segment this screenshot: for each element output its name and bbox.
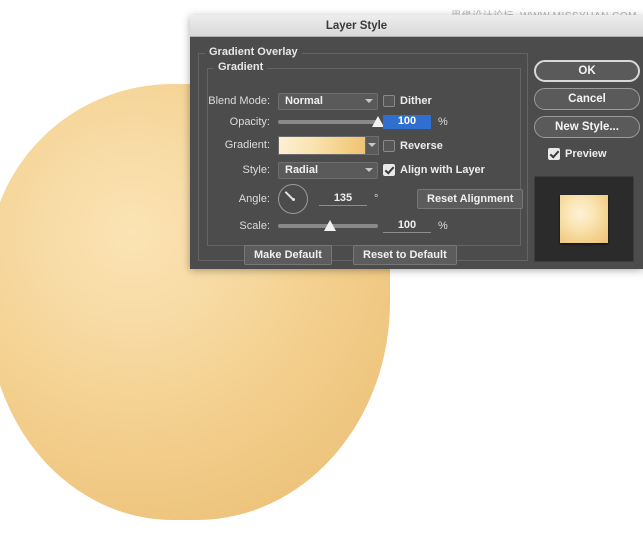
chevron-down-icon [365, 168, 373, 172]
layer-style-dialog: Layer Style Gradient Overlay Gradient Bl… [190, 15, 643, 268]
preview-checkbox-box[interactable] [548, 148, 560, 160]
reset-to-default-row: Reset to Default [353, 246, 457, 264]
blend-mode-value: Normal [285, 95, 323, 107]
scale-row: Scale: [202, 217, 382, 235]
angle-unit: ° [374, 193, 378, 205]
scale-slider[interactable] [278, 219, 378, 233]
gradient-overlay-group-label: Gradient Overlay [205, 46, 302, 58]
align-with-layer-label: Align with Layer [400, 164, 485, 176]
scale-value-row: 100 % [383, 217, 448, 235]
chevron-down-icon [365, 99, 373, 103]
style-value: Radial [285, 164, 318, 176]
angle-dial-hub [292, 198, 295, 201]
blend-mode-row: Blend Mode: Normal [202, 92, 382, 110]
opacity-unit: % [438, 116, 448, 128]
angle-input[interactable]: 135 [319, 192, 367, 206]
align-with-layer-checkbox[interactable]: Align with Layer [383, 161, 485, 179]
dither-checkbox[interactable]: Dither [383, 92, 432, 110]
scale-label: Scale: [202, 220, 270, 232]
style-preview-pane [534, 176, 634, 262]
gradient-row: Gradient: [202, 136, 392, 154]
scale-input[interactable]: 100 [383, 219, 431, 233]
scale-unit: % [438, 220, 448, 232]
opacity-slider-track [278, 120, 378, 124]
new-style-button[interactable]: New Style... [534, 116, 640, 138]
reset-alignment-row: Reset Alignment [417, 190, 523, 208]
opacity-row: Opacity: [202, 113, 382, 131]
gradient-label: Gradient: [202, 139, 270, 151]
make-default-row: Make Default [244, 246, 332, 264]
style-row: Style: Radial [202, 161, 382, 179]
cancel-button[interactable]: Cancel [534, 88, 640, 110]
gradient-group-label: Gradient [214, 61, 267, 73]
align-with-layer-checkbox-box[interactable] [383, 164, 395, 176]
angle-label: Angle: [202, 193, 270, 205]
opacity-value-row: 100 % [383, 113, 448, 131]
blend-mode-label: Blend Mode: [202, 95, 270, 107]
scale-slider-thumb[interactable] [324, 220, 336, 231]
reverse-label: Reverse [400, 140, 443, 152]
preview-checkbox[interactable]: Preview [548, 145, 607, 163]
style-preview-swatch [560, 195, 608, 243]
reverse-checkbox-box[interactable] [383, 140, 395, 152]
angle-dial[interactable] [278, 184, 308, 214]
dither-checkbox-box[interactable] [383, 95, 395, 107]
blend-mode-select[interactable]: Normal [278, 93, 378, 110]
style-label: Style: [202, 164, 270, 176]
opacity-input[interactable]: 100 [383, 115, 431, 129]
dialog-title: Layer Style [326, 20, 387, 32]
dialog-body: Gradient Overlay Gradient Blend Mode: No… [190, 37, 643, 269]
preview-label: Preview [565, 148, 607, 160]
gradient-preset-chevron-icon[interactable] [366, 136, 379, 155]
opacity-label: Opacity: [202, 116, 270, 128]
style-select[interactable]: Radial [278, 162, 378, 179]
opacity-slider[interactable] [278, 115, 378, 129]
dither-label: Dither [400, 95, 432, 107]
ok-button[interactable]: OK [534, 60, 640, 82]
angle-row: Angle: 135 ° [202, 184, 412, 214]
reset-alignment-button[interactable]: Reset Alignment [417, 189, 523, 209]
dialog-titlebar[interactable]: Layer Style [190, 15, 643, 37]
make-default-button[interactable]: Make Default [244, 245, 332, 265]
reverse-checkbox[interactable]: Reverse [383, 137, 443, 155]
gradient-swatch[interactable] [278, 136, 366, 155]
reset-to-default-button[interactable]: Reset to Default [353, 245, 457, 265]
